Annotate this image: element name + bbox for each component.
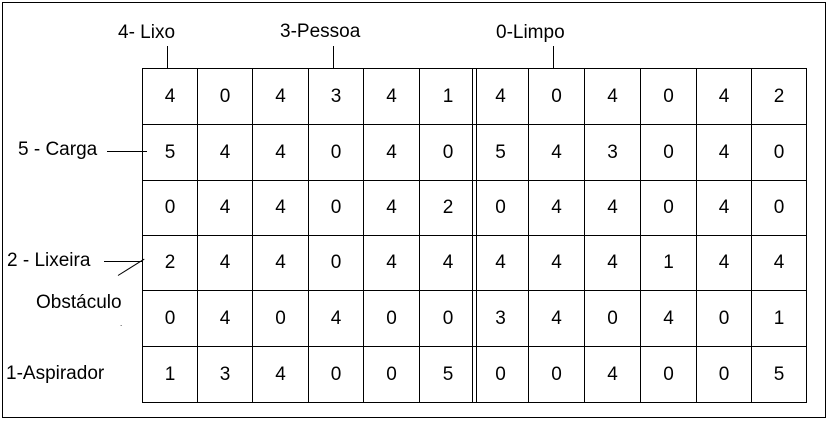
grid-right-cell: 4 — [584, 68, 641, 125]
grid-left-row: 544040 — [142, 124, 477, 181]
grid-left-cell: 4 — [197, 180, 253, 236]
grid-left: 404341544040044042244044040400134005 — [142, 68, 477, 403]
grid-left-cell: 4 — [252, 346, 309, 403]
connector-pessoa — [333, 46, 334, 68]
grid-right-cell: 4 — [640, 290, 697, 347]
grid-left-cell: 0 — [308, 180, 364, 236]
grid-right-row: 444144 — [472, 235, 807, 291]
grid-left-row: 244044 — [142, 235, 477, 291]
grid-right-cell: 4 — [528, 180, 585, 236]
grid-left-cell: 4 — [363, 235, 420, 291]
label-lixo: 4- Lixo — [118, 22, 176, 43]
grid-left-cell: 3 — [308, 68, 364, 125]
grid-right-row: 404042 — [472, 68, 807, 125]
grid-right-cell: 4 — [584, 235, 641, 291]
grid-left-cell: 5 — [142, 124, 198, 181]
grid-right-cell: 4 — [696, 68, 752, 125]
grid-right-cell: 0 — [640, 68, 697, 125]
grid-right: 404042543040044040444144340401004005 — [472, 68, 807, 403]
connector-limpo — [553, 46, 554, 68]
grid-left-cell: 1 — [419, 68, 477, 125]
grid-left-cell: 0 — [308, 124, 364, 181]
grid-right-row: 340401 — [472, 290, 807, 347]
grid-left-cell: 5 — [419, 346, 477, 403]
grid-left-cell: 4 — [252, 235, 309, 291]
grid-left-cell: 1 — [142, 346, 198, 403]
grid-left-row: 404341 — [142, 68, 477, 125]
grid-right-cell: 3 — [472, 290, 529, 347]
grid-left-cell: 4 — [252, 124, 309, 181]
grid-left-cell: 0 — [363, 346, 420, 403]
grid-right-cell: 0 — [640, 346, 697, 403]
grid-right-cell: 0 — [751, 180, 807, 236]
grid-right-row: 044040 — [472, 180, 807, 236]
grid-left-cell: 0 — [308, 235, 364, 291]
grid-right-cell: 4 — [584, 180, 641, 236]
connector-carga — [107, 151, 147, 152]
grid-left-cell: 0 — [419, 124, 477, 181]
grid-right-cell: 4 — [528, 124, 585, 181]
grid-right-cell: 4 — [696, 124, 752, 181]
grid-left-cell: 2 — [419, 180, 477, 236]
grid-left-cell: 0 — [142, 290, 198, 347]
grid-left-cell: 4 — [142, 68, 198, 125]
grid-left-cell: 4 — [252, 68, 309, 125]
grid-left-cell: 4 — [419, 235, 477, 291]
grid-right-row: 543040 — [472, 124, 807, 181]
grid-left-cell: 4 — [363, 124, 420, 181]
grid-right-row: 004005 — [472, 346, 807, 403]
grid-right-cell: 4 — [472, 68, 529, 125]
label-lixeira: 2 - Lixeira — [7, 250, 91, 271]
grid-right-cell: 0 — [472, 180, 529, 236]
grid-left-cell: 0 — [363, 290, 420, 347]
grid-left-cell: 4 — [197, 124, 253, 181]
grid-left-row: 134005 — [142, 346, 477, 403]
grid-right-cell: 4 — [472, 235, 529, 291]
grid-right-cell: 0 — [696, 346, 752, 403]
grid-right-cell: 4 — [696, 180, 752, 236]
grid-left-cell: 0 — [308, 346, 364, 403]
label-carga: 5 - Carga — [18, 139, 98, 160]
grid-right-cell: 3 — [584, 124, 641, 181]
stray-mark: . — [120, 319, 123, 328]
grid-right-cell: 1 — [640, 235, 697, 291]
grid-right-cell: 4 — [751, 235, 807, 291]
grid-left-cell: 4 — [197, 290, 253, 347]
grid-left-cell: 3 — [197, 346, 253, 403]
grid-left-cell: 0 — [142, 180, 198, 236]
grid-right-cell: 0 — [472, 346, 529, 403]
label-limpo: 0-Limpo — [496, 22, 565, 43]
grid-right-cell: 5 — [472, 124, 529, 181]
grid-right-cell: 0 — [528, 346, 585, 403]
grid-right-cell: 0 — [640, 124, 697, 181]
grid-right-cell: 4 — [696, 235, 752, 291]
grid-left-cell: 0 — [197, 68, 253, 125]
grid-right-cell: 4 — [528, 290, 585, 347]
grid-right-cell: 4 — [584, 346, 641, 403]
grid-left-cell: 4 — [197, 235, 253, 291]
grid-right-cell: 2 — [751, 68, 807, 125]
connector-lixo — [167, 46, 168, 68]
grid-right-cell: 4 — [528, 235, 585, 291]
grid-right-cell: 0 — [640, 180, 697, 236]
grid-left-row: 040400 — [142, 290, 477, 347]
label-aspirador: 1-Aspirador — [6, 363, 105, 384]
grid-right-cell: 0 — [584, 290, 641, 347]
grid-left-cell: 0 — [252, 290, 309, 347]
grid-right-cell: 5 — [751, 346, 807, 403]
grid-right-cell: 0 — [528, 68, 585, 125]
grid-left-cell: 2 — [142, 235, 198, 291]
grid-right-cell: 0 — [751, 124, 807, 181]
grid-left-cell: 0 — [419, 290, 477, 347]
grid-right-cell: 1 — [751, 290, 807, 347]
grid-left-row: 044042 — [142, 180, 477, 236]
grid-left-cell: 4 — [252, 180, 309, 236]
connector-lixeira — [104, 261, 142, 262]
grid-left-cell: 4 — [363, 180, 420, 236]
grid-left-cell: 4 — [363, 68, 420, 125]
grid-right-cell: 0 — [696, 290, 752, 347]
label-obstaculo: Obstáculo — [36, 292, 122, 313]
label-pessoa: 3-Pessoa — [280, 21, 361, 42]
grid-left-cell: 4 — [308, 290, 364, 347]
